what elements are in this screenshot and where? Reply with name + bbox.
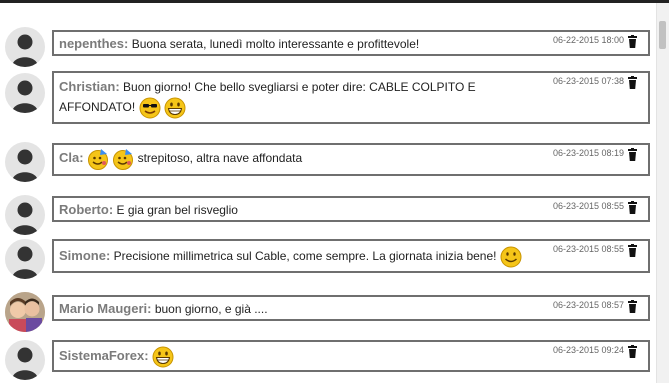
grin-smiley-icon [164,97,186,119]
trash-icon[interactable] [627,201,638,214]
default-avatar-icon [5,239,45,279]
party-smiley-icon [113,149,134,170]
comment-timestamp: 06-23-2015 08:19 [552,148,624,158]
comment-author: Christian: [59,79,120,94]
comment-row: SistemaForex: 06-23-2015 09:24 [0,338,656,382]
trash-icon[interactable] [627,148,638,161]
top-border [0,0,669,3]
comment-message: Buona serata, lunedì molto interessante … [131,37,420,51]
comment-row: Simone: Precisione millimetrica sul Cabl… [0,237,656,281]
grin-smiley-icon [152,346,174,368]
smile-smiley-icon [500,246,522,268]
user-photo-avatar [5,292,45,332]
comment-author: Simone: [59,248,111,264]
comment-message: Precisione millimetrica sul Cable, come … [113,249,497,264]
default-avatar-icon [5,340,45,380]
comment-message: strepitoso, altra nave affondata [137,151,303,166]
default-avatar-icon [5,195,45,235]
comment-row: nepenthes: Buona serata, lunedì molto in… [0,27,656,69]
comment-author: Roberto: [59,202,114,217]
comment-row: Christian: Buon giorno! Che bello svegli… [0,71,656,127]
comment-row: Roberto: E gia gran bel risveglio 06-23-… [0,193,656,235]
trash-icon[interactable] [627,35,638,48]
vertical-scrollbar[interactable] [656,3,669,383]
party-smiley-icon [87,149,108,170]
comment-message: buon giorno, e già .... [154,302,268,316]
default-avatar-icon [5,73,45,113]
comment-box: Cla: strepitoso, altra nave affondata 06… [52,143,650,176]
trash-icon[interactable] [627,244,638,257]
trash-icon[interactable] [627,300,638,313]
comment-box: nepenthes: Buona serata, lunedì molto in… [52,30,650,56]
sunglasses-smiley-icon [139,97,161,119]
comment-box: Christian: Buon giorno! Che bello svegli… [52,71,650,124]
comment-author: nepenthes: [59,36,129,51]
comment-box: Simone: Precisione millimetrica sul Cabl… [52,239,650,273]
comment-message: E gia gran bel risveglio [116,203,238,217]
comment-author: SistemaForex: [59,348,149,364]
comment-timestamp: 06-22-2015 18:00 [552,35,624,45]
comment-message: Buon giorno! Che bello svegliarsi e pote… [59,80,476,115]
comment-row: Cla: strepitoso, altra nave affondata 06… [0,140,656,184]
comment-timestamp: 06-23-2015 08:55 [552,244,624,254]
comment-box: Roberto: E gia gran bel risveglio 06-23-… [52,196,650,222]
default-avatar-icon [5,27,45,67]
trash-icon[interactable] [627,76,638,89]
comment-timestamp: 06-23-2015 09:24 [552,345,624,355]
comment-author: Cla: [59,150,84,166]
comment-row: Mario Maugeri: buon giorno, e già .... 0… [0,292,656,334]
comment-box: SistemaForex: 06-23-2015 09:24 [52,340,650,372]
comment-timestamp: 06-23-2015 08:57 [552,300,624,310]
trash-icon[interactable] [627,345,638,358]
comment-author: Mario Maugeri: [59,301,152,316]
comment-timestamp: 06-23-2015 08:55 [552,201,624,211]
comment-timestamp: 06-23-2015 07:38 [552,76,624,86]
comment-box: Mario Maugeri: buon giorno, e già .... 0… [52,295,650,321]
default-avatar-icon [5,142,45,182]
scrollbar-thumb[interactable] [659,21,666,49]
